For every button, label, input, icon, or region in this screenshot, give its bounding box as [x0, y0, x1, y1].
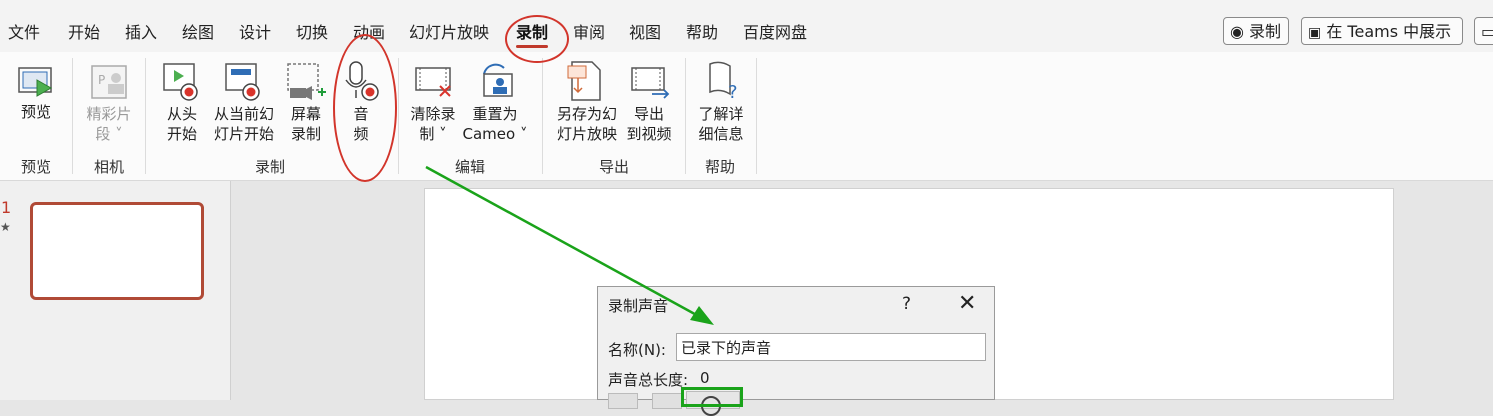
annotation-green-arrow	[425, 165, 714, 325]
